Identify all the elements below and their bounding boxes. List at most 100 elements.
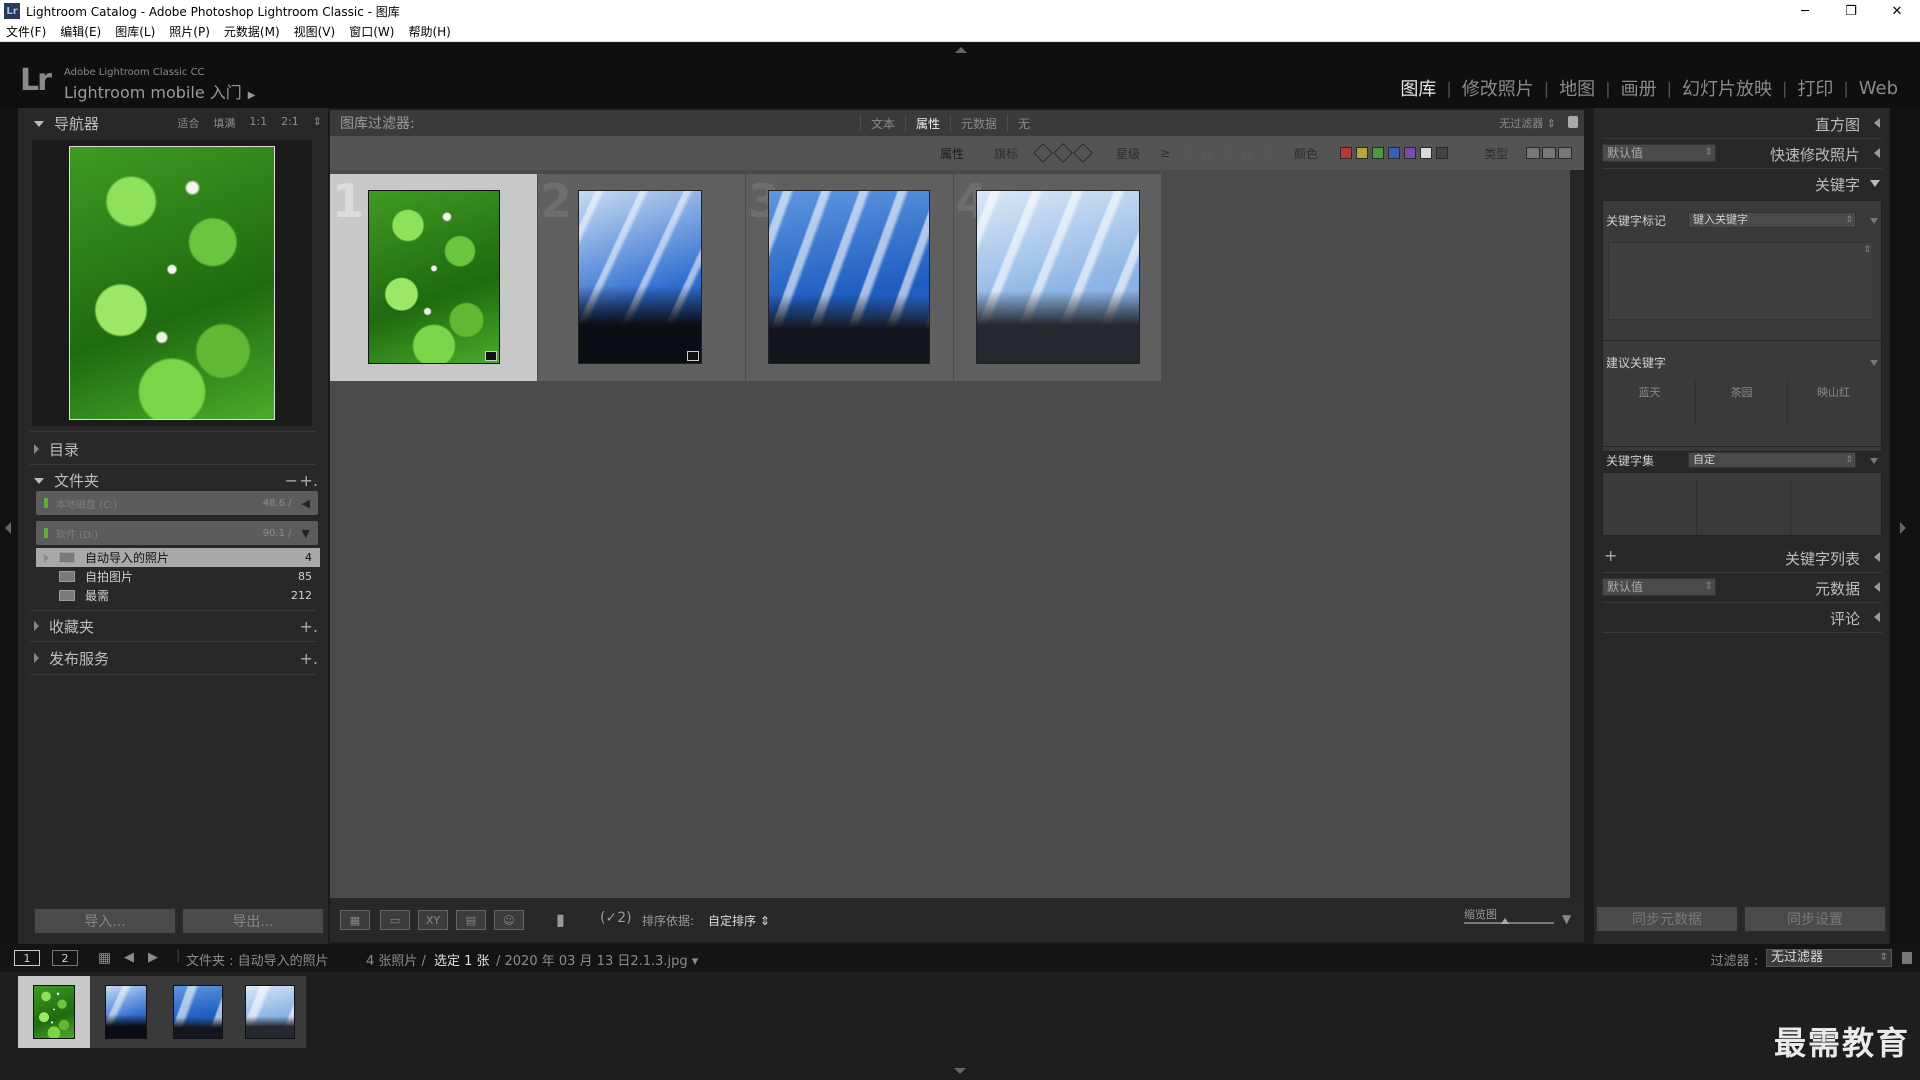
keyword-tags-select[interactable]: 键入关键字 xyxy=(1688,212,1856,228)
color-swatch-custom[interactable] xyxy=(1420,147,1432,159)
kind-video-icon[interactable] xyxy=(1558,147,1572,159)
export-button[interactable]: 导出... xyxy=(182,908,324,934)
filmstrip-source[interactable]: 文件夹 : 自动导入的照片 xyxy=(186,950,329,969)
compare-view-icon[interactable]: XY xyxy=(418,910,448,930)
suggested-keywords-chevron-icon[interactable] xyxy=(1870,360,1878,366)
grid-cell[interactable]: 1 xyxy=(330,174,537,381)
module-map[interactable]: 地图 xyxy=(1549,75,1605,101)
metadata-header[interactable]: 默认值 元数据 xyxy=(1594,572,1890,602)
menu-help[interactable]: 帮助(H) xyxy=(408,23,450,40)
primary-window-button[interactable]: 1 xyxy=(14,950,40,966)
sync-settings-button[interactable]: 同步设置 xyxy=(1744,906,1886,932)
grid-cell[interactable]: 4 xyxy=(954,174,1161,381)
color-swatch-purple[interactable] xyxy=(1404,147,1416,159)
photo-thumbnail[interactable] xyxy=(768,190,930,364)
grid-cell[interactable]: 3 xyxy=(746,174,953,381)
star-icon[interactable]: ☆ xyxy=(1240,144,1254,163)
rating-operator[interactable]: ≥ xyxy=(1160,146,1170,160)
menu-metadata[interactable]: 元数据(M) xyxy=(224,23,280,40)
metadata-badge-icon[interactable] xyxy=(485,351,497,361)
suggested-keyword[interactable]: 茶园 xyxy=(1696,384,1787,400)
people-view-icon[interactable]: ☺ xyxy=(494,910,524,930)
module-develop[interactable]: 修改照片 xyxy=(1452,75,1544,101)
slider-handle[interactable] xyxy=(1500,918,1509,924)
sort-direction-icon[interactable]: (✓2) xyxy=(600,910,632,926)
folder-disclosure-icon[interactable] xyxy=(44,553,49,562)
grid-cell[interactable]: 2 xyxy=(538,174,745,381)
filter-tab-none[interactable]: 无 xyxy=(1007,114,1040,132)
star-icon[interactable]: ☆ xyxy=(1180,144,1194,163)
filmstrip-thumbnail[interactable] xyxy=(162,976,234,1048)
volume-d[interactable]: 软件 (D:) 90.1 / ▼ xyxy=(36,521,318,545)
star-icon[interactable]: ☆ xyxy=(1200,144,1214,163)
navigator-preview[interactable] xyxy=(32,140,312,426)
collections-header[interactable]: 收藏夹 +. xyxy=(18,611,328,641)
volume-expand-icon[interactable]: ▼ xyxy=(302,527,310,540)
keywording-header[interactable]: 关键字 xyxy=(1594,168,1890,198)
comments-header[interactable]: 评论 xyxy=(1594,602,1890,632)
grid-view-icon[interactable]: ▦ xyxy=(340,910,370,930)
loupe-view-icon[interactable]: ▭ xyxy=(380,910,410,930)
color-swatch-blue[interactable] xyxy=(1388,147,1400,159)
zoom-1-1[interactable]: 1:1 xyxy=(249,115,267,131)
close-button[interactable]: ✕ xyxy=(1874,0,1920,22)
photo-thumbnail[interactable] xyxy=(368,190,500,364)
menu-library[interactable]: 图库(L) xyxy=(115,23,155,40)
thumbnail-size-slider[interactable] xyxy=(1464,918,1554,924)
histogram-header[interactable]: 直方图 xyxy=(1594,108,1890,138)
keyword-tags-chevron-icon[interactable] xyxy=(1870,218,1878,224)
filmstrip-thumbnail[interactable] xyxy=(234,976,306,1048)
quick-develop-preset-select[interactable]: 默认值 xyxy=(1602,144,1716,162)
toolbar-menu-chevron-icon[interactable]: ▼ xyxy=(1562,912,1571,926)
grid-shortcut-icon[interactable]: ▦ xyxy=(98,950,111,966)
color-swatch-red[interactable] xyxy=(1340,147,1352,159)
menu-photo[interactable]: 照片(P) xyxy=(169,23,210,40)
collapse-right-panel-icon[interactable] xyxy=(1900,522,1906,534)
filmstrip-filter-select[interactable]: 无过滤器 xyxy=(1766,949,1892,967)
add-publish-service-button[interactable]: +. xyxy=(300,649,319,668)
quick-develop-header[interactable]: 默认值 快速修改照片 xyxy=(1594,138,1890,168)
back-arrow-icon[interactable]: ◀ xyxy=(124,950,134,965)
keyword-set-select[interactable]: 自定 xyxy=(1688,452,1856,468)
kind-virtual-copy-icon[interactable] xyxy=(1542,147,1556,159)
star-icon[interactable]: ☆ xyxy=(1220,144,1234,163)
selected-filename[interactable]: / 2020 年 03 月 13 日2.1.3.jpg ▾ xyxy=(496,950,698,969)
zoom-more-chevron-icon[interactable]: ⇕ xyxy=(313,115,322,131)
zoom-2-1[interactable]: 2:1 xyxy=(281,115,299,131)
module-slideshow[interactable]: 幻灯片放映 xyxy=(1672,75,1782,101)
keyword-list-header[interactable]: + 关键字列表 xyxy=(1594,542,1890,572)
sort-select[interactable]: 自定排序 ⇕ xyxy=(708,912,770,929)
folder-item-zuixu[interactable]: 最需 212 xyxy=(36,586,320,605)
volume-c[interactable]: 本地磁盘 (C:) 48.6 / ◀ xyxy=(36,491,318,515)
module-book[interactable]: 画册 xyxy=(1611,75,1667,101)
zoom-fit[interactable]: 适合 xyxy=(177,115,199,131)
maximize-button[interactable]: ❐ xyxy=(1828,0,1874,22)
menu-view[interactable]: 视图(V) xyxy=(294,23,336,40)
folder-item-selfie[interactable]: 自拍图片 85 xyxy=(36,567,320,586)
forward-arrow-icon[interactable]: ▶ xyxy=(148,950,158,965)
star-icon[interactable]: ☆ xyxy=(1260,144,1274,163)
lightroom-mobile-link[interactable]: Lightroom mobile 入门 ▶ xyxy=(64,79,255,103)
color-swatch-yellow[interactable] xyxy=(1356,147,1368,159)
left-panel-edge[interactable] xyxy=(0,108,18,944)
suggested-keyword[interactable]: 蓝天 xyxy=(1604,384,1695,400)
edit-badge-icon[interactable] xyxy=(687,351,699,361)
menu-window[interactable]: 窗口(W) xyxy=(349,23,394,40)
secondary-window-button[interactable]: 2 xyxy=(52,950,78,966)
zoom-fill[interactable]: 填满 xyxy=(213,115,235,131)
volume-collapse-icon[interactable]: ◀ xyxy=(302,497,310,510)
filter-lock-icon[interactable] xyxy=(1902,952,1912,964)
add-folder-button[interactable]: +. xyxy=(300,471,319,490)
sync-metadata-button[interactable]: 同步元数据 xyxy=(1596,906,1738,932)
photo-thumbnail[interactable] xyxy=(578,190,702,364)
filter-tab-text[interactable]: 文本 xyxy=(860,114,905,132)
keyword-set-chevron-icon[interactable] xyxy=(1870,458,1878,464)
publish-services-header[interactable]: 发布服务 +. xyxy=(18,643,328,673)
add-collection-button[interactable]: +. xyxy=(300,617,319,636)
filter-tab-metadata[interactable]: 元数据 xyxy=(950,114,1007,132)
menu-edit[interactable]: 编辑(E) xyxy=(60,23,101,40)
filter-tab-attribute[interactable]: 属性 xyxy=(905,114,950,132)
kind-master-icon[interactable] xyxy=(1526,147,1540,159)
grid-view[interactable]: 1 2 3 4 xyxy=(330,170,1570,898)
flag-unflagged-icon[interactable] xyxy=(1053,143,1073,163)
